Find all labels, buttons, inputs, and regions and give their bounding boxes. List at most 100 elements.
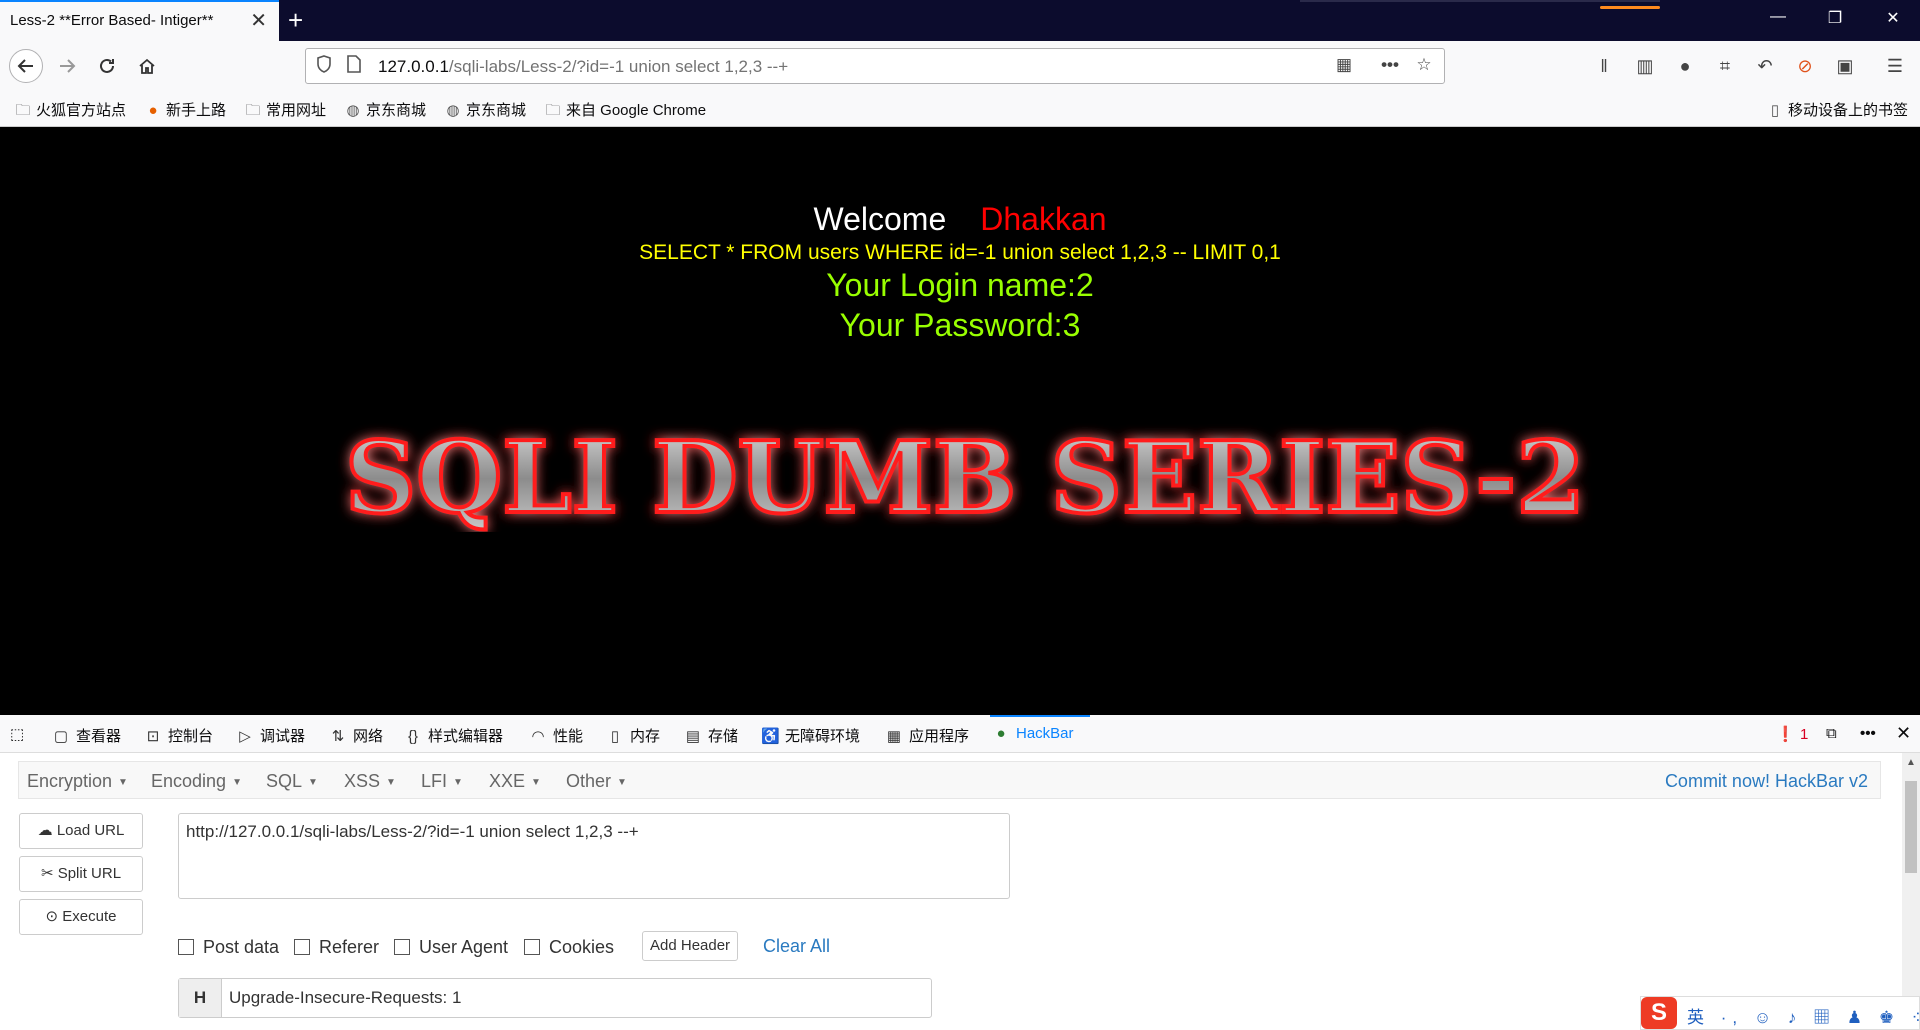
bookmark-label: 移动设备上的书签 [1788, 102, 1909, 119]
account-icon[interactable]: ● [1672, 53, 1698, 79]
menu-encoding[interactable]: Encoding ▼ [151, 771, 242, 792]
page-info-icon[interactable] [342, 55, 366, 78]
url-host: 127.0.0.1 [378, 57, 449, 76]
scroll-up-icon[interactable]: ▲ [1902, 757, 1920, 768]
bookmark-item[interactable]: ◍ 京东商城 [444, 99, 526, 120]
clear-all-link[interactable]: Clear All [763, 936, 830, 957]
menu-label: XXE [489, 771, 526, 791]
tab-label: 存储 [708, 728, 739, 745]
library-icon[interactable]: 𝍪 [1591, 53, 1617, 79]
extension-icon[interactable]: ⊘ [1792, 53, 1818, 79]
bookmark-item[interactable]: ◍ 京东商城 [344, 99, 426, 120]
tab-inspector[interactable]: ▢ 查看器 [52, 725, 121, 746]
tab-network[interactable]: ⇅ 网络 [329, 725, 383, 746]
navigation-toolbar: 127.0.0.1/sqli-labs/Less-2/?id=-1 union … [0, 41, 1920, 91]
url-textarea[interactable]: http://127.0.0.1/sqli-labs/Less-2/?id=-1… [178, 813, 1010, 899]
tab-less-2[interactable]: Less-2 **Error Based- Intiger** ✕ [0, 0, 279, 41]
tab-performance[interactable]: ◠ 性能 [529, 725, 583, 746]
execute-button[interactable]: ⊙ Execute [19, 899, 143, 935]
checkbox-box[interactable] [178, 939, 194, 955]
hackbar-scrollbar[interactable]: ▲ [1902, 753, 1920, 1030]
error-count[interactable]: ❗ 1 [1776, 725, 1808, 743]
tab-label: 网络 [353, 728, 384, 745]
reload-button[interactable] [92, 51, 122, 81]
new-tab-button[interactable]: + [288, 4, 303, 36]
menu-label: Encryption [27, 771, 113, 791]
bookmark-item[interactable]: 🗀 来自 Google Chrome [544, 99, 706, 125]
add-header-button[interactable]: Add Header [642, 931, 739, 961]
home-button[interactable] [132, 51, 162, 81]
accessibility-icon: ♿ [761, 728, 780, 745]
tab-application[interactable]: ▦ 应用程序 [885, 725, 969, 746]
tab-storage[interactable]: ▤ 存储 [684, 725, 738, 746]
restore-button[interactable]: ❐ [1815, 8, 1855, 28]
storage-icon: ▤ [685, 728, 701, 745]
menu-label: Other [566, 771, 612, 791]
menu-label: LFI [421, 771, 448, 791]
url-bar[interactable]: 127.0.0.1/sqli-labs/Less-2/?id=-1 union … [305, 48, 1445, 84]
menu-xss[interactable]: XSS ▼ [344, 771, 396, 792]
menu-sql[interactable]: SQL ▼ [266, 771, 318, 792]
sidebar-icon[interactable]: ▥ [1632, 53, 1658, 79]
url-text[interactable]: 127.0.0.1/sqli-labs/Less-2/?id=-1 union … [378, 57, 788, 77]
bookmark-item[interactable]: 🗀 常用网址 [244, 99, 326, 125]
bookmark-item[interactable]: 🗀 火狐官方站点 [14, 99, 126, 125]
tab-debugger[interactable]: ▷ 调试器 [236, 725, 305, 746]
console-icon: ⊡ [146, 728, 160, 745]
container-icon[interactable]: ▣ [1832, 53, 1858, 79]
header-value-input[interactable]: Upgrade-Insecure-Requests: 1 [229, 988, 461, 1008]
shield-icon[interactable] [312, 55, 336, 78]
tab-memory[interactable]: ▯ 内存 [606, 725, 660, 746]
menu-encryption[interactable]: Encryption ▼ [27, 771, 128, 792]
back-button[interactable] [9, 49, 43, 83]
element-picker-icon[interactable]: ⬚ [10, 725, 24, 743]
minimize-button[interactable]: — [1758, 8, 1798, 26]
dock-icon[interactable]: ⧉ [1826, 725, 1837, 742]
tab-accessibility[interactable]: ♿ 无障碍环境 [761, 725, 860, 746]
menu-lfi[interactable]: LFI ▼ [421, 771, 463, 792]
tab-style-editor[interactable]: {} 样式编辑器 [404, 725, 503, 746]
page-actions-icon[interactable]: ••• [1378, 55, 1402, 75]
bookmark-star-icon[interactable]: ☆ [1412, 55, 1436, 75]
folder-icon: 🗀 [245, 102, 261, 119]
reload-icon [100, 58, 114, 73]
screenshot-crop-icon[interactable]: ⌗ [1712, 53, 1738, 79]
user-agent-checkbox[interactable]: User Agent [394, 937, 508, 958]
tab-console[interactable]: ⊡ 控制台 [144, 725, 213, 746]
checkbox-label: User Agent [419, 937, 509, 957]
tab-label: 调试器 [260, 728, 306, 745]
tab-close-icon[interactable]: ✕ [250, 10, 267, 32]
checkbox-box[interactable] [524, 939, 540, 955]
page-content: Welcome Dhakkan SELECT * FROM users WHERE… [0, 127, 1920, 715]
menu-xxe[interactable]: XXE ▼ [489, 771, 541, 792]
tab-label: 内存 [630, 728, 661, 745]
devtools-menu-icon[interactable]: ••• [1860, 725, 1876, 742]
mobile-bookmarks[interactable]: ▯ 移动设备上的书签 [1766, 99, 1908, 120]
ime-toolbar[interactable]: S 英 ·, ☺ ♪ ▦ ♟ ♚ ⁘ [1640, 996, 1920, 1030]
back-arrow-icon [17, 59, 33, 73]
bookmark-label: 火狐官方站点 [36, 102, 127, 119]
close-devtools-icon[interactable]: ✕ [1896, 723, 1911, 744]
close-window-button[interactable]: ✕ [1873, 8, 1913, 28]
bookmark-item[interactable]: ● 新手上路 [144, 99, 226, 120]
apps-grid-icon: ▦ [886, 728, 902, 745]
split-url-button[interactable]: ✂ Split URL [19, 856, 143, 892]
post-data-checkbox[interactable]: Post data [178, 937, 279, 958]
menu-other[interactable]: Other ▼ [566, 771, 627, 792]
globe-icon: ◍ [346, 102, 360, 119]
qr-code-icon[interactable]: ▦ [1332, 55, 1356, 75]
checkbox-box[interactable] [394, 939, 410, 955]
commit-link[interactable]: Commit now! HackBar v2 [1665, 771, 1868, 792]
checkbox-label: Referer [319, 937, 380, 957]
tab-hackbar[interactable]: ● HackBar [992, 725, 1073, 742]
menu-hamburger-icon[interactable]: ☰ [1882, 53, 1908, 79]
forward-button[interactable] [52, 51, 82, 81]
banner-text: SQLI DUMB SERIES-2 [345, 422, 1585, 532]
undo-icon[interactable]: ↶ [1752, 53, 1778, 79]
caret-down-icon: ▼ [531, 776, 541, 788]
cookies-checkbox[interactable]: Cookies [524, 937, 614, 958]
scroll-thumb[interactable] [1905, 781, 1917, 873]
referer-checkbox[interactable]: Referer [294, 937, 379, 958]
checkbox-box[interactable] [294, 939, 310, 955]
load-url-button[interactable]: ☁ Load URL [19, 813, 143, 849]
